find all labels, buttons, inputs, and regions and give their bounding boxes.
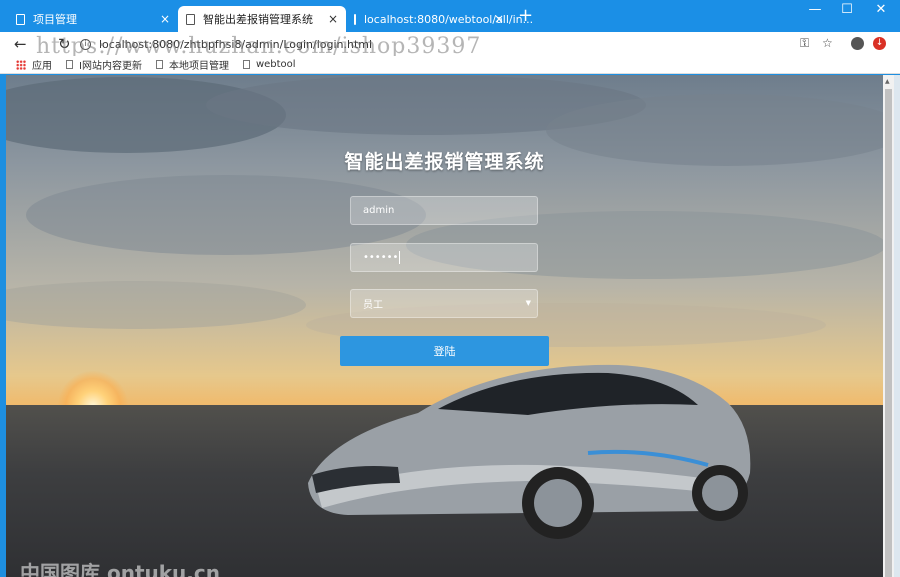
tab-webtool[interactable]: localhost:8080/webtool/all/in... ×: [346, 6, 533, 32]
text-cursor: [399, 251, 401, 264]
page-icon: [354, 13, 356, 25]
scrollbar-thumb[interactable]: [885, 89, 892, 577]
extension-icon[interactable]: ↓: [873, 37, 886, 50]
maximize-icon[interactable]: ☐: [830, 2, 864, 17]
star-icon[interactable]: ☆: [822, 36, 833, 50]
page-icon: [16, 13, 25, 25]
profile-avatar[interactable]: [851, 37, 864, 50]
username-value: admin: [363, 205, 395, 216]
car-image: [308, 364, 751, 539]
bookmark-label: 本地项目管理: [168, 61, 229, 72]
login-button[interactable]: 登陆: [340, 336, 549, 366]
key-icon[interactable]: ⚿: [800, 36, 809, 51]
tab-label: 智能出差报销管理系统: [203, 13, 313, 26]
back-arrow-icon[interactable]: ←: [14, 35, 27, 53]
tab-login-system[interactable]: 智能出差报销管理系统 ×: [178, 6, 346, 32]
role-select[interactable]: 员工 ▼: [350, 289, 538, 318]
browser-titlebar: 项目管理 × 智能出差报销管理系统 × localhost:8080/webto…: [0, 0, 900, 32]
bookmark-local-projects[interactable]: 本地项目管理: [155, 57, 229, 72]
username-input[interactable]: admin: [350, 196, 538, 225]
password-input[interactable]: ••••••: [350, 243, 538, 272]
tab-label: localhost:8080/webtool/all/in...: [364, 12, 534, 26]
tab-project-management[interactable]: 项目管理 ×: [8, 6, 178, 32]
apps-grid-icon: [16, 59, 26, 70]
footer-watermark: 中国图库 ontuku.cn: [20, 561, 220, 577]
bookmark-label: webtool: [255, 59, 296, 70]
close-window-icon[interactable]: ✕: [864, 2, 898, 17]
tab-close-icon[interactable]: ×: [328, 12, 338, 26]
tab-close-icon[interactable]: ×: [160, 12, 170, 26]
desktop-edge: [894, 75, 900, 577]
dropdown-arrow-icon: ▼: [525, 299, 531, 307]
bookmark-apps[interactable]: 应用: [16, 57, 52, 72]
bookmarks-bar: 应用 I网站内容更新 本地项目管理 webtool: [0, 56, 900, 74]
scroll-up-icon[interactable]: ▲: [885, 78, 890, 85]
login-title: 智能出差报销管理系统: [344, 151, 545, 173]
bookmark-webtool[interactable]: webtool: [242, 59, 296, 70]
page-icon: [186, 13, 195, 25]
password-value: ••••••: [363, 252, 399, 263]
bookmark-site-update[interactable]: I网站内容更新: [66, 57, 142, 72]
bookmark-label: 应用: [32, 61, 52, 72]
minimize-icon[interactable]: —: [798, 2, 832, 17]
page-icon: [66, 60, 73, 69]
page-icon: [155, 60, 163, 69]
new-tab-icon[interactable]: +: [518, 7, 533, 25]
tab-label: 项目管理: [33, 13, 77, 26]
tab-close-icon[interactable]: ×: [494, 12, 504, 26]
page-icon: [242, 60, 250, 69]
bookmark-label: I网站内容更新: [79, 61, 142, 72]
role-selected-value: 员工: [363, 300, 383, 311]
login-page: 智能出差报销管理系统 admin •••••• 员工 ▼ 登陆 中国图库 ont…: [6, 75, 883, 577]
vertical-scrollbar[interactable]: ▲: [883, 75, 894, 577]
